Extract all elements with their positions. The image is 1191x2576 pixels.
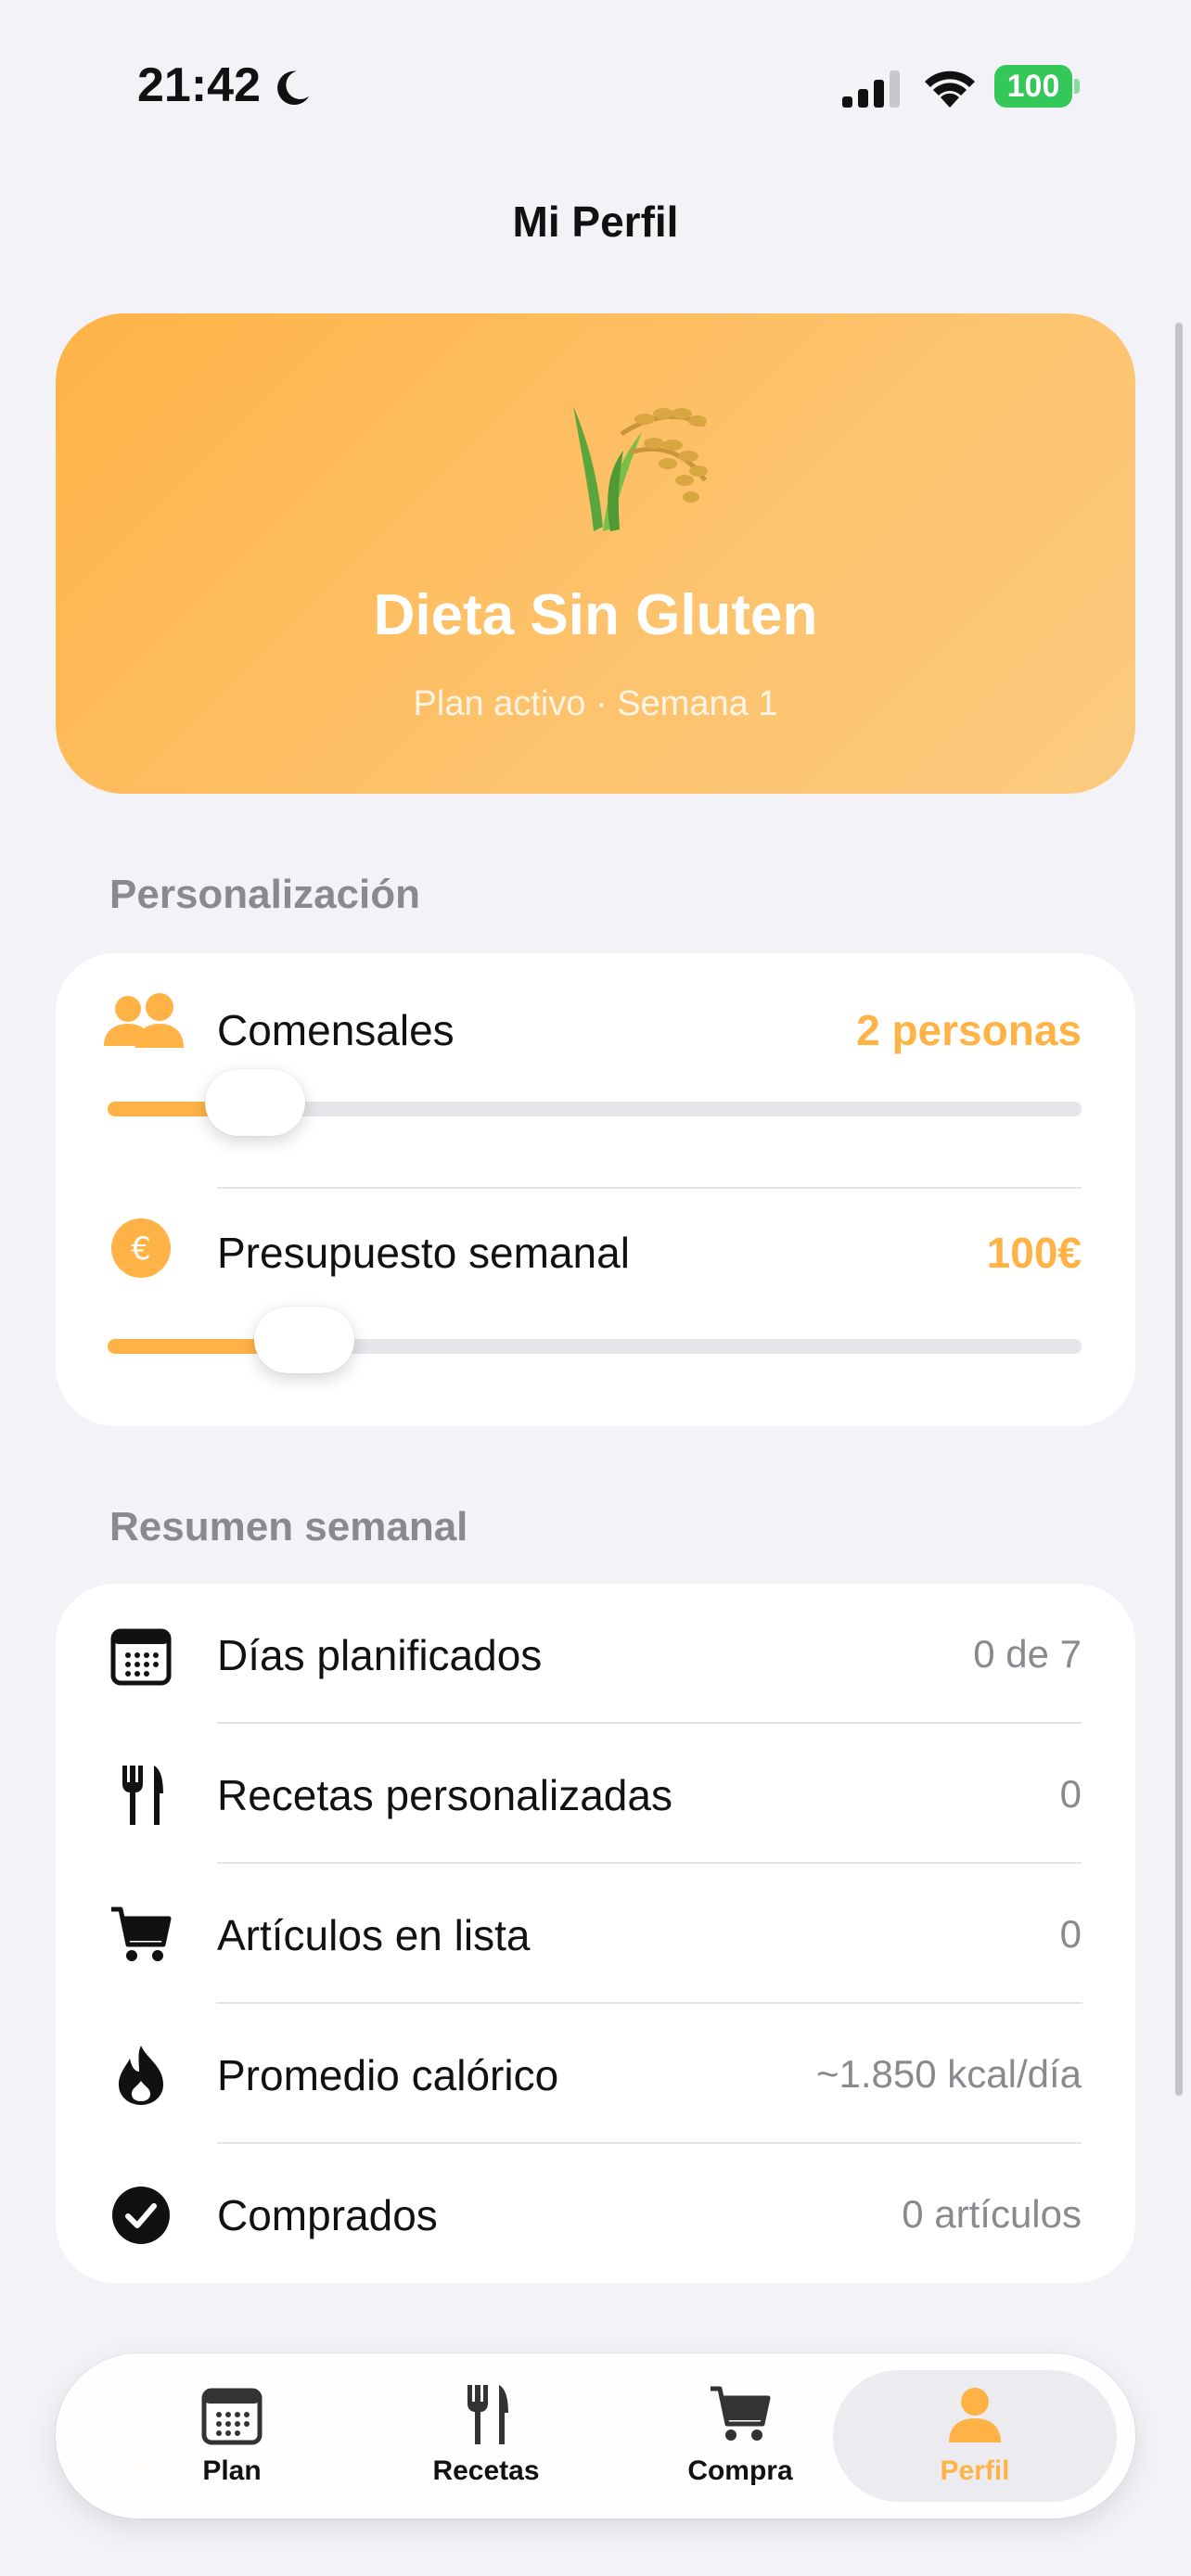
- summary-label: Artículos en lista: [217, 1911, 531, 1959]
- fork-knife-icon: [122, 1766, 163, 1825]
- calendar-icon: [110, 1628, 172, 1686]
- budget-slider-thumb[interactable]: [253, 1307, 354, 1373]
- person-icon: [949, 2388, 1001, 2442]
- weekly-summary-card: Días planificados 0 de 7 Recetas persona…: [56, 1584, 1135, 2283]
- tab-label: Plan: [202, 2455, 262, 2486]
- status-time: 21:42: [137, 58, 261, 112]
- summary-value: 0: [1059, 1772, 1082, 1816]
- budget-slider-fill: [108, 1339, 273, 1354]
- section-header-personalization: Personalización: [109, 872, 421, 917]
- budget-label: Presupuesto semanal: [217, 1229, 630, 1277]
- tab-profile[interactable]: Perfil: [833, 2370, 1117, 2502]
- summary-label: Días planificados: [217, 1631, 543, 1679]
- diners-value: 2 personas: [856, 1006, 1082, 1054]
- tab-label: Perfil: [940, 2455, 1010, 2486]
- diners-slider[interactable]: [108, 1069, 1082, 1136]
- budget-value: 100€: [986, 1229, 1082, 1277]
- budget-slider-row: € Presupuesto semanal 100€: [56, 1191, 1135, 1376]
- summary-label: Promedio calórico: [217, 2051, 559, 2099]
- summary-value: 0 artículos: [902, 2192, 1082, 2236]
- summary-row-purchased: Comprados 0 artículos: [56, 2144, 1135, 2284]
- diners-label: Comensales: [217, 1006, 455, 1054]
- battery-level: 100: [994, 65, 1072, 108]
- summary-value: 0 de 7: [973, 1632, 1082, 1676]
- tab-label: Compra: [687, 2455, 793, 2486]
- checkmark-circle-icon: [112, 2187, 170, 2244]
- tab-bar: Plan Recetas Compra Perfil: [56, 2353, 1135, 2519]
- battery-cap: [1074, 79, 1080, 94]
- scroll-indicator[interactable]: [1175, 323, 1183, 2096]
- summary-label: Recetas personalizadas: [217, 1771, 672, 1819]
- svg-text:€: €: [131, 1231, 151, 1268]
- diet-hero-card[interactable]: Dieta Sin Gluten Plan activo · Semana 1: [56, 313, 1135, 794]
- battery-icon: 100: [994, 65, 1080, 108]
- diners-slider-row: Comensales 2 personas: [56, 953, 1135, 1139]
- diet-name: Dieta Sin Gluten: [373, 583, 818, 647]
- summary-row-planned-days: Días planificados 0 de 7: [56, 1584, 1135, 1724]
- flame-icon: [119, 2046, 163, 2105]
- rice-icon: [573, 406, 708, 531]
- section-header-summary: Resumen semanal: [109, 1504, 468, 1549]
- diet-status: Plan activo · Semana 1: [413, 684, 778, 723]
- fork-knife-icon: [467, 2385, 508, 2444]
- wifi-icon: [925, 70, 975, 108]
- divider: [217, 1187, 1082, 1189]
- tab-label: Recetas: [432, 2455, 540, 2486]
- cart-icon: [111, 1906, 172, 1961]
- summary-label: Comprados: [217, 2191, 438, 2239]
- summary-value: ~1.850 kcal/día: [815, 2052, 1082, 2096]
- signal-icon: [842, 70, 900, 108]
- budget-slider[interactable]: [108, 1307, 1082, 1373]
- page-title: Mi Perfil: [512, 198, 679, 246]
- euro-icon: €: [111, 1218, 171, 1278]
- tab-plan[interactable]: Plan: [104, 2370, 360, 2502]
- summary-value: 0: [1059, 1912, 1082, 1956]
- people-icon: [104, 993, 184, 1048]
- personalization-card: Comensales 2 personas € Presupuesto sema…: [56, 953, 1135, 1426]
- summary-row-calories: Promedio calórico ~1.850 kcal/día: [56, 2004, 1135, 2144]
- tab-recipes[interactable]: Recetas: [358, 2370, 614, 2502]
- diners-slider-thumb[interactable]: [205, 1069, 305, 1136]
- tab-shopping[interactable]: Compra: [612, 2370, 868, 2502]
- moon-icon: [277, 70, 310, 106]
- status-bar: 21:42 100: [0, 0, 1191, 167]
- summary-row-list-items: Artículos en lista 0: [56, 1864, 1135, 2004]
- cart-icon: [711, 2386, 771, 2441]
- calendar-icon: [201, 2388, 263, 2445]
- summary-row-recipes: Recetas personalizadas 0: [56, 1724, 1135, 1864]
